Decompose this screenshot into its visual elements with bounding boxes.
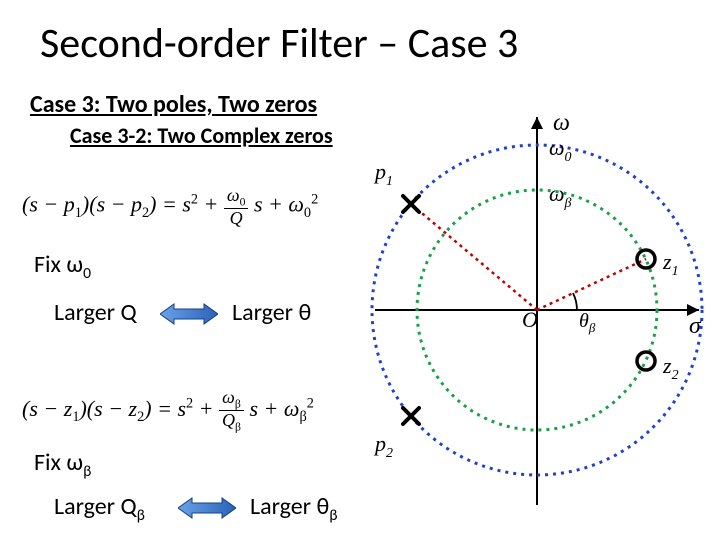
p2-label: p2 — [373, 431, 393, 461]
z1-label: z1 — [662, 249, 679, 279]
fix-omegabeta-label: Fix ωβ — [34, 448, 91, 481]
fix-omega0-label: Fix ω0 — [34, 250, 91, 283]
zero-polynomial-formula: (s − z1)(s − z2) = s2 + ωβQβ s + ωβ2 — [22, 388, 314, 434]
omega0-label: ω0 — [549, 135, 572, 165]
case-heading: Case 3: Two poles, Two zeros — [30, 90, 317, 119]
slide-title: Second-order Filter – Case 3 — [40, 18, 518, 69]
larger-thetabeta-label: Larger θβ — [250, 492, 338, 525]
omegabeta-label: ωβ — [549, 181, 572, 211]
thetabeta-label: θβ — [579, 310, 596, 335]
larger-q-label: Larger Q — [54, 298, 137, 327]
sigma-axis-label: σ — [689, 313, 702, 339]
double-arrow-icon — [160, 302, 218, 326]
pole-zero-diagram: O σ ω ω0 ωβ p1 p2 z1 z2 θβ — [367, 105, 712, 515]
larger-theta-label: Larger θ — [232, 298, 311, 327]
p1-label: p1 — [373, 159, 393, 189]
z2-label: z2 — [662, 353, 679, 383]
subcase-heading: Case 3-2: Two Complex zeros — [70, 122, 333, 149]
omega-axis-label: ω — [553, 110, 570, 136]
double-arrow-icon — [178, 496, 236, 520]
larger-qbeta-label: Larger Qβ — [54, 492, 145, 525]
pole-polynomial-formula: (s − p1)(s − p2) = s2 + ω0Q s + ω02 — [22, 186, 318, 227]
origin-label: O — [522, 307, 538, 332]
